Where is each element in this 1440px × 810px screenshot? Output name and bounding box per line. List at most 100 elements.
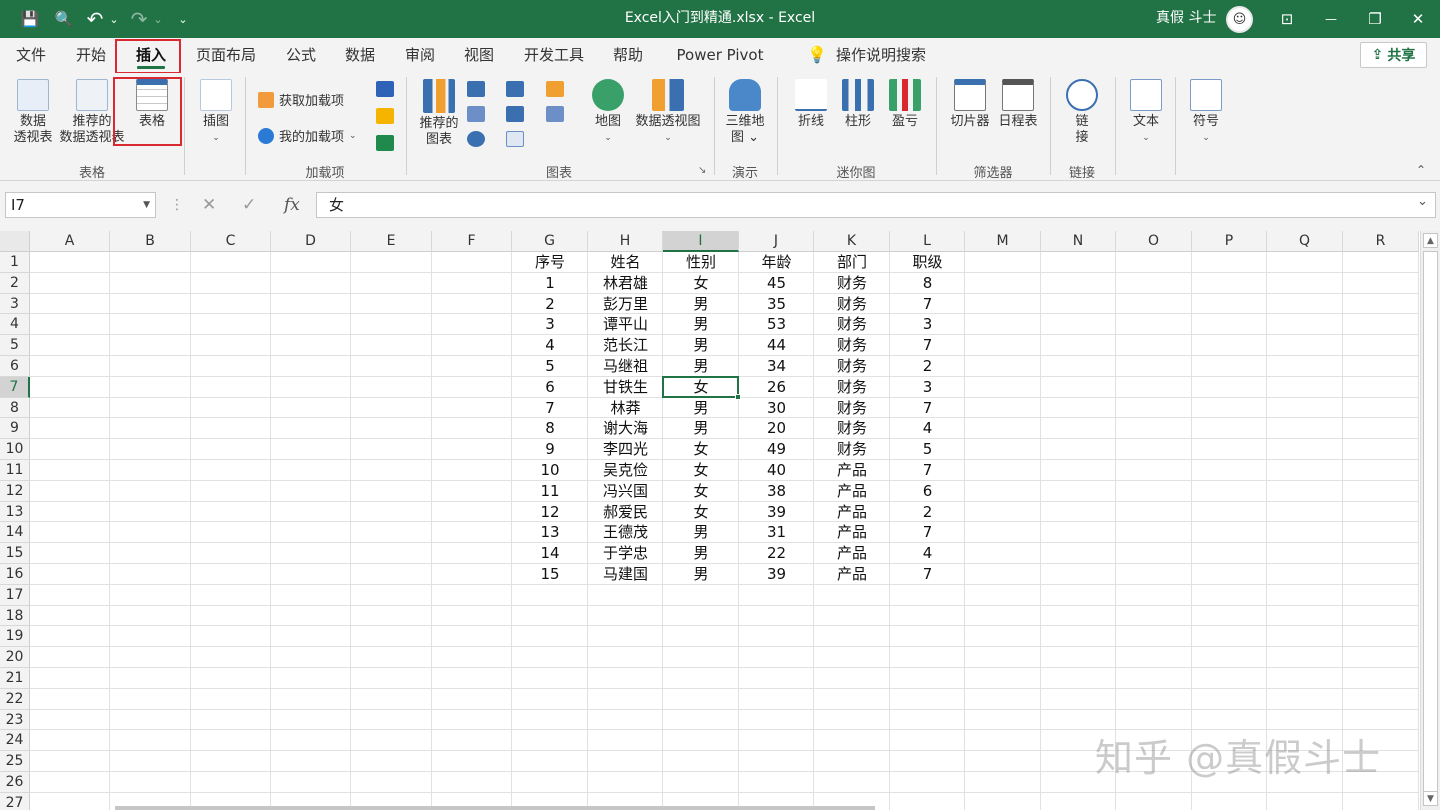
cell[interactable]: 年龄: [739, 252, 814, 273]
cell[interactable]: 53: [739, 314, 814, 335]
text-button[interactable]: 文本 ⌄: [1124, 79, 1168, 146]
cell[interactable]: 44: [739, 335, 814, 356]
cell[interactable]: 财务: [814, 439, 890, 460]
tab-review[interactable]: 审阅: [399, 38, 441, 73]
cell[interactable]: 马继祖: [588, 356, 663, 377]
table-button[interactable]: 表格: [126, 79, 178, 130]
recommended-charts-button[interactable]: 推荐的 图表: [414, 79, 464, 148]
cell[interactable]: 男: [663, 335, 739, 356]
cell[interactable]: 姓名: [588, 252, 663, 273]
undo-dropdown-icon[interactable]: ⌄: [107, 0, 121, 38]
visio-icon[interactable]: [376, 81, 394, 97]
row-header[interactable]: 26: [0, 772, 30, 793]
expand-formula-bar-icon[interactable]: ⌄: [1417, 194, 1428, 209]
column-header[interactable]: G: [512, 231, 588, 252]
cell[interactable]: 14: [512, 543, 588, 564]
cell[interactable]: 7: [890, 564, 965, 585]
sparkline-winloss-button[interactable]: 盈亏: [884, 79, 926, 130]
cell[interactable]: 2: [512, 294, 588, 315]
row-header[interactable]: 12: [0, 480, 30, 502]
cell[interactable]: 男: [663, 418, 739, 439]
cell[interactable]: 女: [663, 460, 739, 481]
row-header[interactable]: 27: [0, 792, 30, 810]
cell[interactable]: 7: [890, 522, 965, 543]
cell[interactable]: 财务: [814, 418, 890, 439]
row-header[interactable]: 22: [0, 688, 30, 710]
column-header[interactable]: M: [965, 231, 1041, 252]
lightbulb-icon[interactable]: 💡: [805, 38, 829, 73]
cell[interactable]: 30: [739, 398, 814, 419]
cell[interactable]: 财务: [814, 294, 890, 315]
formula-input[interactable]: 女: [316, 192, 1436, 218]
save-icon[interactable]: 💾: [14, 0, 46, 38]
row-header[interactable]: 5: [0, 335, 30, 356]
cell[interactable]: 财务: [814, 398, 890, 419]
cell[interactable]: 13: [512, 522, 588, 543]
cell[interactable]: 产品: [814, 522, 890, 543]
cell[interactable]: 4: [890, 418, 965, 439]
tab-insert[interactable]: 插入: [129, 38, 173, 73]
cell[interactable]: 1: [512, 273, 588, 294]
cell[interactable]: 部门: [814, 252, 890, 273]
customize-quick-access-icon[interactable]: ⌄: [175, 0, 191, 38]
insert-function-icon[interactable]: fx: [284, 192, 300, 218]
row-header[interactable]: 20: [0, 647, 30, 668]
row-header[interactable]: 21: [0, 668, 30, 689]
restore-icon[interactable]: ❐: [1352, 0, 1398, 38]
select-all-corner[interactable]: [0, 231, 30, 252]
tab-page-layout[interactable]: 页面布局: [193, 38, 259, 73]
name-box[interactable]: I7 ▼: [5, 192, 156, 218]
redo-icon[interactable]: ↷: [128, 0, 150, 38]
slicer-button[interactable]: 切片器: [946, 79, 994, 130]
vertical-scrollbar[interactable]: ▲ ▼: [1420, 231, 1440, 810]
scroll-up-icon[interactable]: ▲: [1423, 233, 1438, 248]
row-header[interactable]: 16: [0, 564, 30, 585]
cell[interactable]: 2: [890, 502, 965, 523]
tab-developer[interactable]: 开发工具: [520, 38, 588, 73]
3d-map-button[interactable]: 三维地 图 ⌄: [722, 79, 768, 146]
cell[interactable]: 6: [890, 481, 965, 502]
row-header[interactable]: 19: [0, 626, 30, 648]
cell[interactable]: 20: [739, 418, 814, 439]
cell[interactable]: 女: [663, 377, 739, 398]
cell[interactable]: 职级: [890, 252, 965, 273]
row-header[interactable]: 9: [0, 418, 30, 440]
row-header[interactable]: 11: [0, 460, 30, 481]
cell[interactable]: 40: [739, 460, 814, 481]
row-header[interactable]: 6: [0, 356, 30, 377]
cancel-icon[interactable]: ✕: [202, 192, 216, 218]
scroll-down-icon[interactable]: ▼: [1423, 791, 1438, 806]
cell[interactable]: 谭平山: [588, 314, 663, 335]
cell[interactable]: 8: [512, 418, 588, 439]
cell[interactable]: 7: [890, 398, 965, 419]
row-header[interactable]: 24: [0, 730, 30, 752]
tab-file[interactable]: 文件: [10, 38, 52, 73]
cell[interactable]: 马建国: [588, 564, 663, 585]
cell[interactable]: 男: [663, 564, 739, 585]
cell[interactable]: 女: [663, 439, 739, 460]
column-header[interactable]: F: [432, 231, 512, 252]
cell[interactable]: 男: [663, 356, 739, 377]
cell[interactable]: 吴克俭: [588, 460, 663, 481]
cell[interactable]: 5: [890, 439, 965, 460]
column-header[interactable]: P: [1192, 231, 1267, 252]
cell[interactable]: 12: [512, 502, 588, 523]
cell[interactable]: 6: [512, 377, 588, 398]
column-header[interactable]: N: [1041, 231, 1116, 252]
column-header[interactable]: Q: [1267, 231, 1343, 252]
cell[interactable]: 10: [512, 460, 588, 481]
cell[interactable]: 3: [890, 314, 965, 335]
cell[interactable]: 财务: [814, 356, 890, 377]
sparkline-column-button[interactable]: 柱形: [837, 79, 879, 130]
cell[interactable]: 8: [890, 273, 965, 294]
pie-chart-icon[interactable]: [467, 131, 485, 147]
avatar[interactable]: ☺: [1226, 6, 1253, 33]
get-addins-button[interactable]: 获取加载项: [258, 90, 344, 109]
pivot-table-button[interactable]: 数据 透视表: [8, 79, 58, 146]
cell[interactable]: 女: [663, 481, 739, 502]
cell[interactable]: 男: [663, 522, 739, 543]
row-header[interactable]: 25: [0, 751, 30, 772]
cell[interactable]: 产品: [814, 564, 890, 585]
statistic-chart-icon[interactable]: [506, 106, 524, 122]
cell[interactable]: 7: [890, 335, 965, 356]
